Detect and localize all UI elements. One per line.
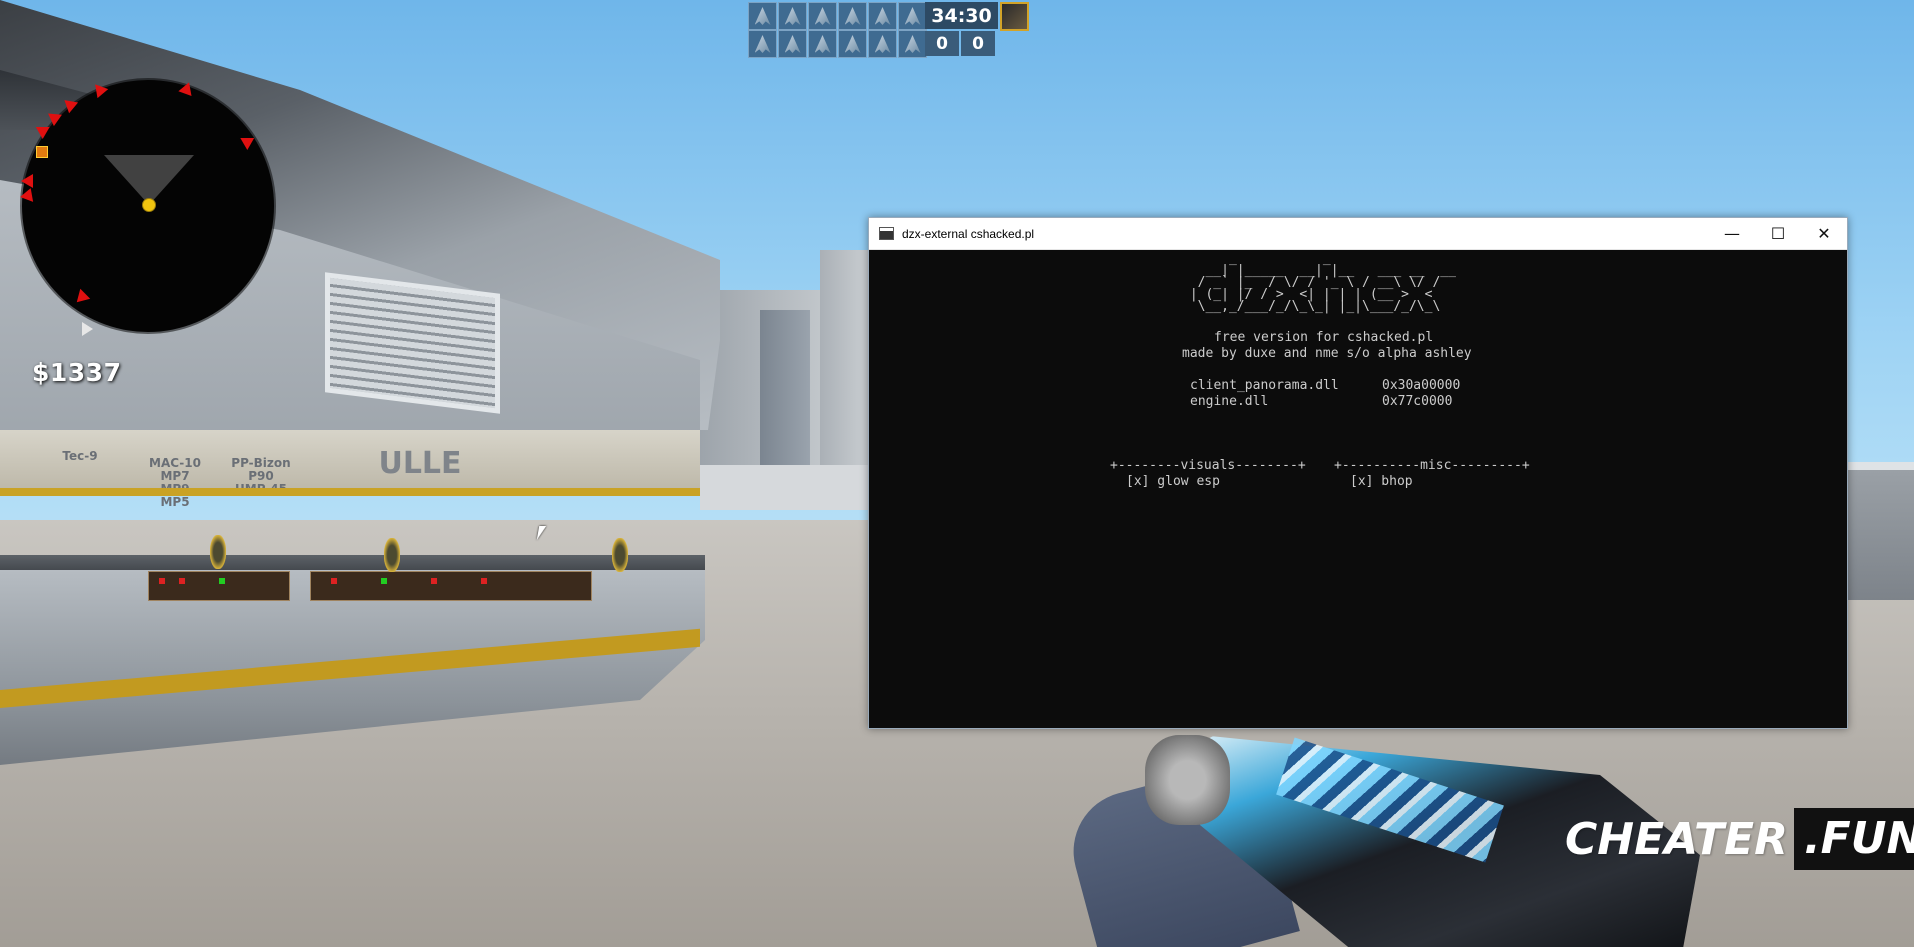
team-bottom-players	[748, 30, 927, 58]
wall-vent	[325, 272, 500, 414]
background-building	[760, 310, 810, 480]
module-name: engine.dll	[1190, 394, 1269, 409]
bhop-option: [x] bhop	[1350, 474, 1413, 489]
agent-figure	[384, 538, 400, 572]
console-subtitle: free version for cshacked.pl	[1214, 330, 1434, 345]
player-slot	[778, 30, 807, 58]
console-output[interactable]: _ _ __| |_____ __| |__ ___ __ __ / _` |_…	[869, 249, 1847, 728]
team-top-players	[748, 2, 927, 30]
trim-line	[0, 488, 700, 496]
team-score-ct: 0	[925, 31, 959, 56]
player-slot	[898, 30, 927, 58]
watermark-logo: CHEATER .FUN	[1565, 808, 1914, 870]
module-address: 0x77c0000	[1382, 394, 1453, 409]
visuals-section-header: +--------visuals--------+	[1110, 458, 1306, 473]
player-slot	[748, 2, 777, 30]
player-slot	[898, 2, 927, 30]
player-glove	[1145, 735, 1230, 825]
watermark-text: .FUN	[1793, 808, 1914, 870]
enemy-marker	[18, 188, 34, 204]
agent-figure	[210, 535, 226, 569]
watermark-text: CHEATER	[1565, 813, 1788, 865]
module-address: 0x30a00000	[1382, 378, 1461, 393]
maximize-button[interactable]: ☐	[1755, 218, 1801, 249]
shop-label-group: MAC-10 MP7 MP9 MP5	[145, 457, 205, 509]
player-slot	[868, 2, 897, 30]
misc-section-header: +----------misc---------+	[1334, 458, 1530, 473]
money-display: $1337	[32, 358, 122, 387]
weapon-panel	[310, 571, 592, 601]
player-slot	[838, 30, 867, 58]
concrete-wall	[1845, 470, 1914, 600]
shop-label: Tec-9	[62, 449, 98, 463]
bomb-icon	[36, 146, 48, 158]
minimize-button[interactable]: —	[1709, 218, 1755, 249]
player-slot	[808, 30, 837, 58]
enemy-marker	[71, 288, 91, 308]
window-titlebar[interactable]: dzx-external cshacked.pl — ☐ ✕	[869, 218, 1847, 250]
radar-minimap	[18, 79, 274, 332]
wall-graffiti: ULLE	[378, 446, 462, 481]
enemy-marker	[21, 174, 33, 188]
round-timer: 34:30	[925, 2, 998, 29]
player-slot	[868, 30, 897, 58]
radar-arrow-icon	[82, 322, 93, 336]
player-slot	[838, 2, 867, 30]
shop-label: MP5	[160, 495, 190, 509]
player-slot	[808, 2, 837, 30]
glow-esp-option: [x] glow esp	[1126, 474, 1220, 489]
module-name: client_panorama.dll	[1190, 378, 1339, 393]
console-app-icon	[879, 227, 894, 240]
buy-zone-wall	[0, 430, 700, 490]
background-building	[700, 465, 870, 510]
ascii-logo: _ _ __| |_____ __| |__ ___ __ __ / _` |_…	[1189, 251, 1456, 314]
player-slot	[778, 2, 807, 30]
team-score-t: 0	[961, 31, 995, 56]
player-marker	[142, 198, 156, 212]
window-title: dzx-external cshacked.pl	[902, 226, 1035, 241]
console-window[interactable]: dzx-external cshacked.pl — ☐ ✕ _ _ __| |…	[868, 217, 1848, 729]
bomb-carrier-avatar	[1000, 2, 1029, 31]
console-credits: made by duxe and nme s/o alpha ashley	[1182, 346, 1472, 361]
player-slot	[748, 30, 777, 58]
close-button[interactable]: ✕	[1801, 218, 1847, 249]
agent-figure	[612, 538, 628, 572]
weapon-panel	[148, 571, 290, 601]
